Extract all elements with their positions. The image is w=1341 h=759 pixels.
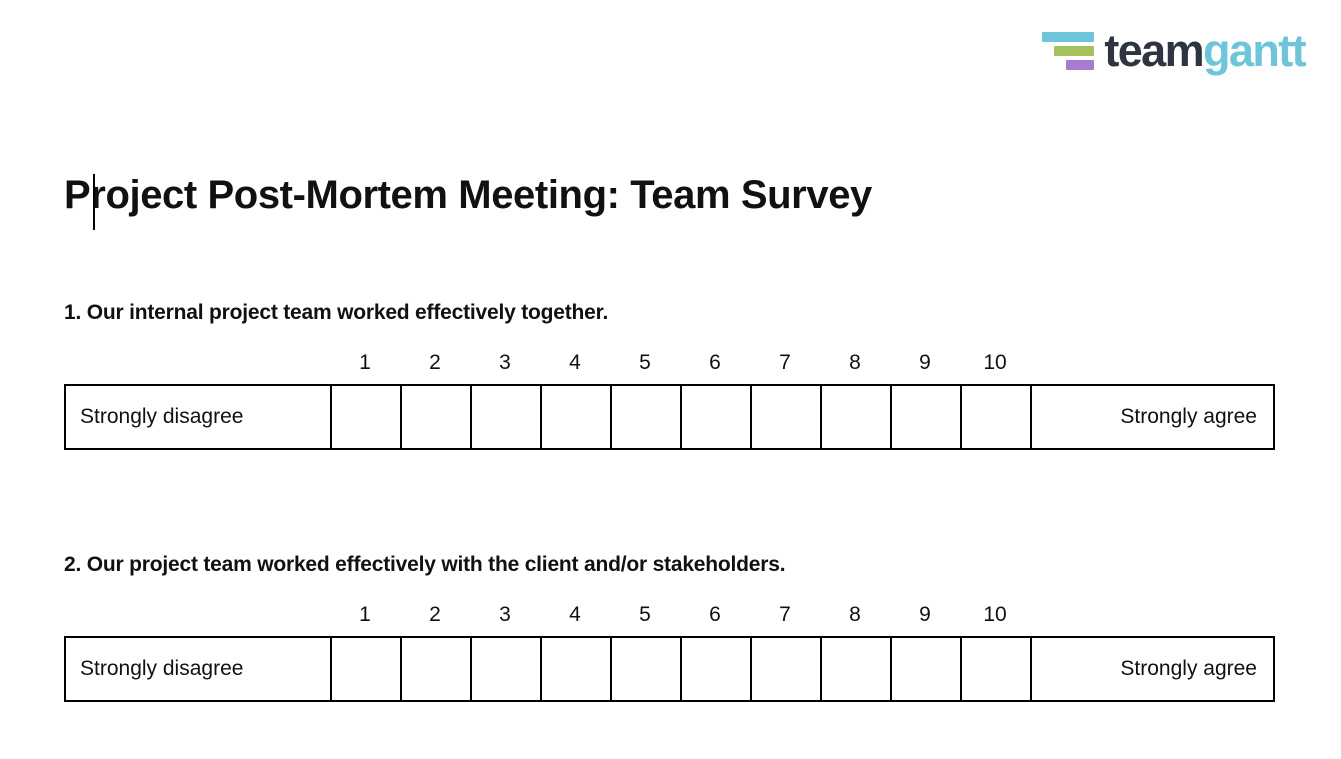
scale-number-3: 3: [499, 603, 511, 627]
rating-cell-2-9[interactable]: [890, 638, 960, 701]
rating-low-label-1: Strongly disagree: [80, 405, 244, 429]
rating-low-label-2: Strongly disagree: [80, 657, 244, 681]
scale-number-10: 10: [983, 603, 1007, 627]
question-block-1: 1. Our internal project team worked effe…: [64, 299, 1275, 451]
scale-number-6: 6: [709, 351, 721, 375]
rating-cell-1-5[interactable]: [610, 386, 680, 449]
logo-bar-bottom: [1066, 59, 1095, 70]
rating-cell-2-4[interactable]: [540, 638, 610, 701]
rating-cell-1-7[interactable]: [750, 386, 820, 449]
rating-cell-2-5[interactable]: [610, 638, 680, 701]
rating-cell-1-4[interactable]: [540, 386, 610, 449]
scale-number-10: 10: [983, 351, 1007, 375]
rating-table-1: Strongly disagree Strongly agree: [64, 384, 1275, 451]
rating-cell-1-8[interactable]: [820, 386, 890, 449]
scale-numbers-row-2: 1 2 3 4 5 6 7 8 9 10: [64, 602, 1275, 628]
logo-bar-middle: [1054, 45, 1095, 56]
scale-number-8: 8: [849, 351, 861, 375]
teamgantt-logo: teamgantt: [1042, 25, 1307, 76]
rating-cell-2-3[interactable]: [470, 638, 540, 701]
scale-number-1: 1: [359, 351, 371, 375]
question-1-text: 1. Our internal project team worked effe…: [64, 301, 609, 324]
rating-cell-2-1[interactable]: [330, 638, 400, 701]
scale-number-6: 6: [709, 603, 721, 627]
scale-number-9: 9: [919, 351, 931, 375]
rating-cell-1-1[interactable]: [330, 386, 400, 449]
scale-number-9: 9: [919, 603, 931, 627]
scale-number-1: 1: [359, 603, 371, 627]
rating-cell-1-10[interactable]: [960, 386, 1030, 449]
scale-number-5: 5: [639, 603, 651, 627]
rating-cell-1-2[interactable]: [400, 386, 470, 449]
text-cursor-caret: [93, 174, 95, 230]
rating-cell-1-6[interactable]: [680, 386, 750, 449]
scale-spacer: [64, 602, 330, 628]
scale-number-4: 4: [569, 351, 581, 375]
rating-high-label-2: Strongly agree: [1030, 638, 1273, 701]
page-title[interactable]: Project Post-Mortem Meeting: Team Survey: [64, 172, 872, 218]
scale-number-7: 7: [779, 351, 791, 375]
scale-numbers-row-1: 1 2 3 4 5 6 7 8 9 10: [64, 350, 1275, 376]
rating-high-label-1: Strongly agree: [1030, 386, 1273, 449]
rating-cell-2-2[interactable]: [400, 638, 470, 701]
rating-cell-1-9[interactable]: [890, 386, 960, 449]
rating-cell-2-8[interactable]: [820, 638, 890, 701]
question-2-text: 2. Our project team worked effectively w…: [64, 553, 786, 576]
rating-cell-1-3[interactable]: [470, 386, 540, 449]
scale-number-7: 7: [779, 603, 791, 627]
logo-word-team: team: [1104, 25, 1204, 76]
survey-page: teamgantt Project Post-Mortem Meeting: T…: [0, 0, 1341, 759]
question-block-2: 2. Our project team worked effectively w…: [64, 551, 1275, 703]
scale-number-2: 2: [429, 603, 441, 627]
rating-cell-2-6[interactable]: [680, 638, 750, 701]
page-title-wrapper[interactable]: Project Post-Mortem Meeting: Team Survey: [64, 172, 872, 230]
scale-spacer: [64, 350, 330, 376]
scale-number-2: 2: [429, 351, 441, 375]
logo-wordmark: teamgantt: [1104, 25, 1307, 76]
scale-number-4: 4: [569, 603, 581, 627]
scale-number-8: 8: [849, 603, 861, 627]
logo-bars-icon: [1042, 31, 1095, 70]
rating-cell-2-7[interactable]: [750, 638, 820, 701]
scale-number-3: 3: [499, 351, 511, 375]
rating-cell-2-10[interactable]: [960, 638, 1030, 701]
logo-bar-top: [1042, 31, 1095, 42]
logo-word-gantt: gantt: [1203, 25, 1307, 76]
rating-table-2: Strongly disagree Strongly agree: [64, 636, 1275, 703]
scale-number-5: 5: [639, 351, 651, 375]
